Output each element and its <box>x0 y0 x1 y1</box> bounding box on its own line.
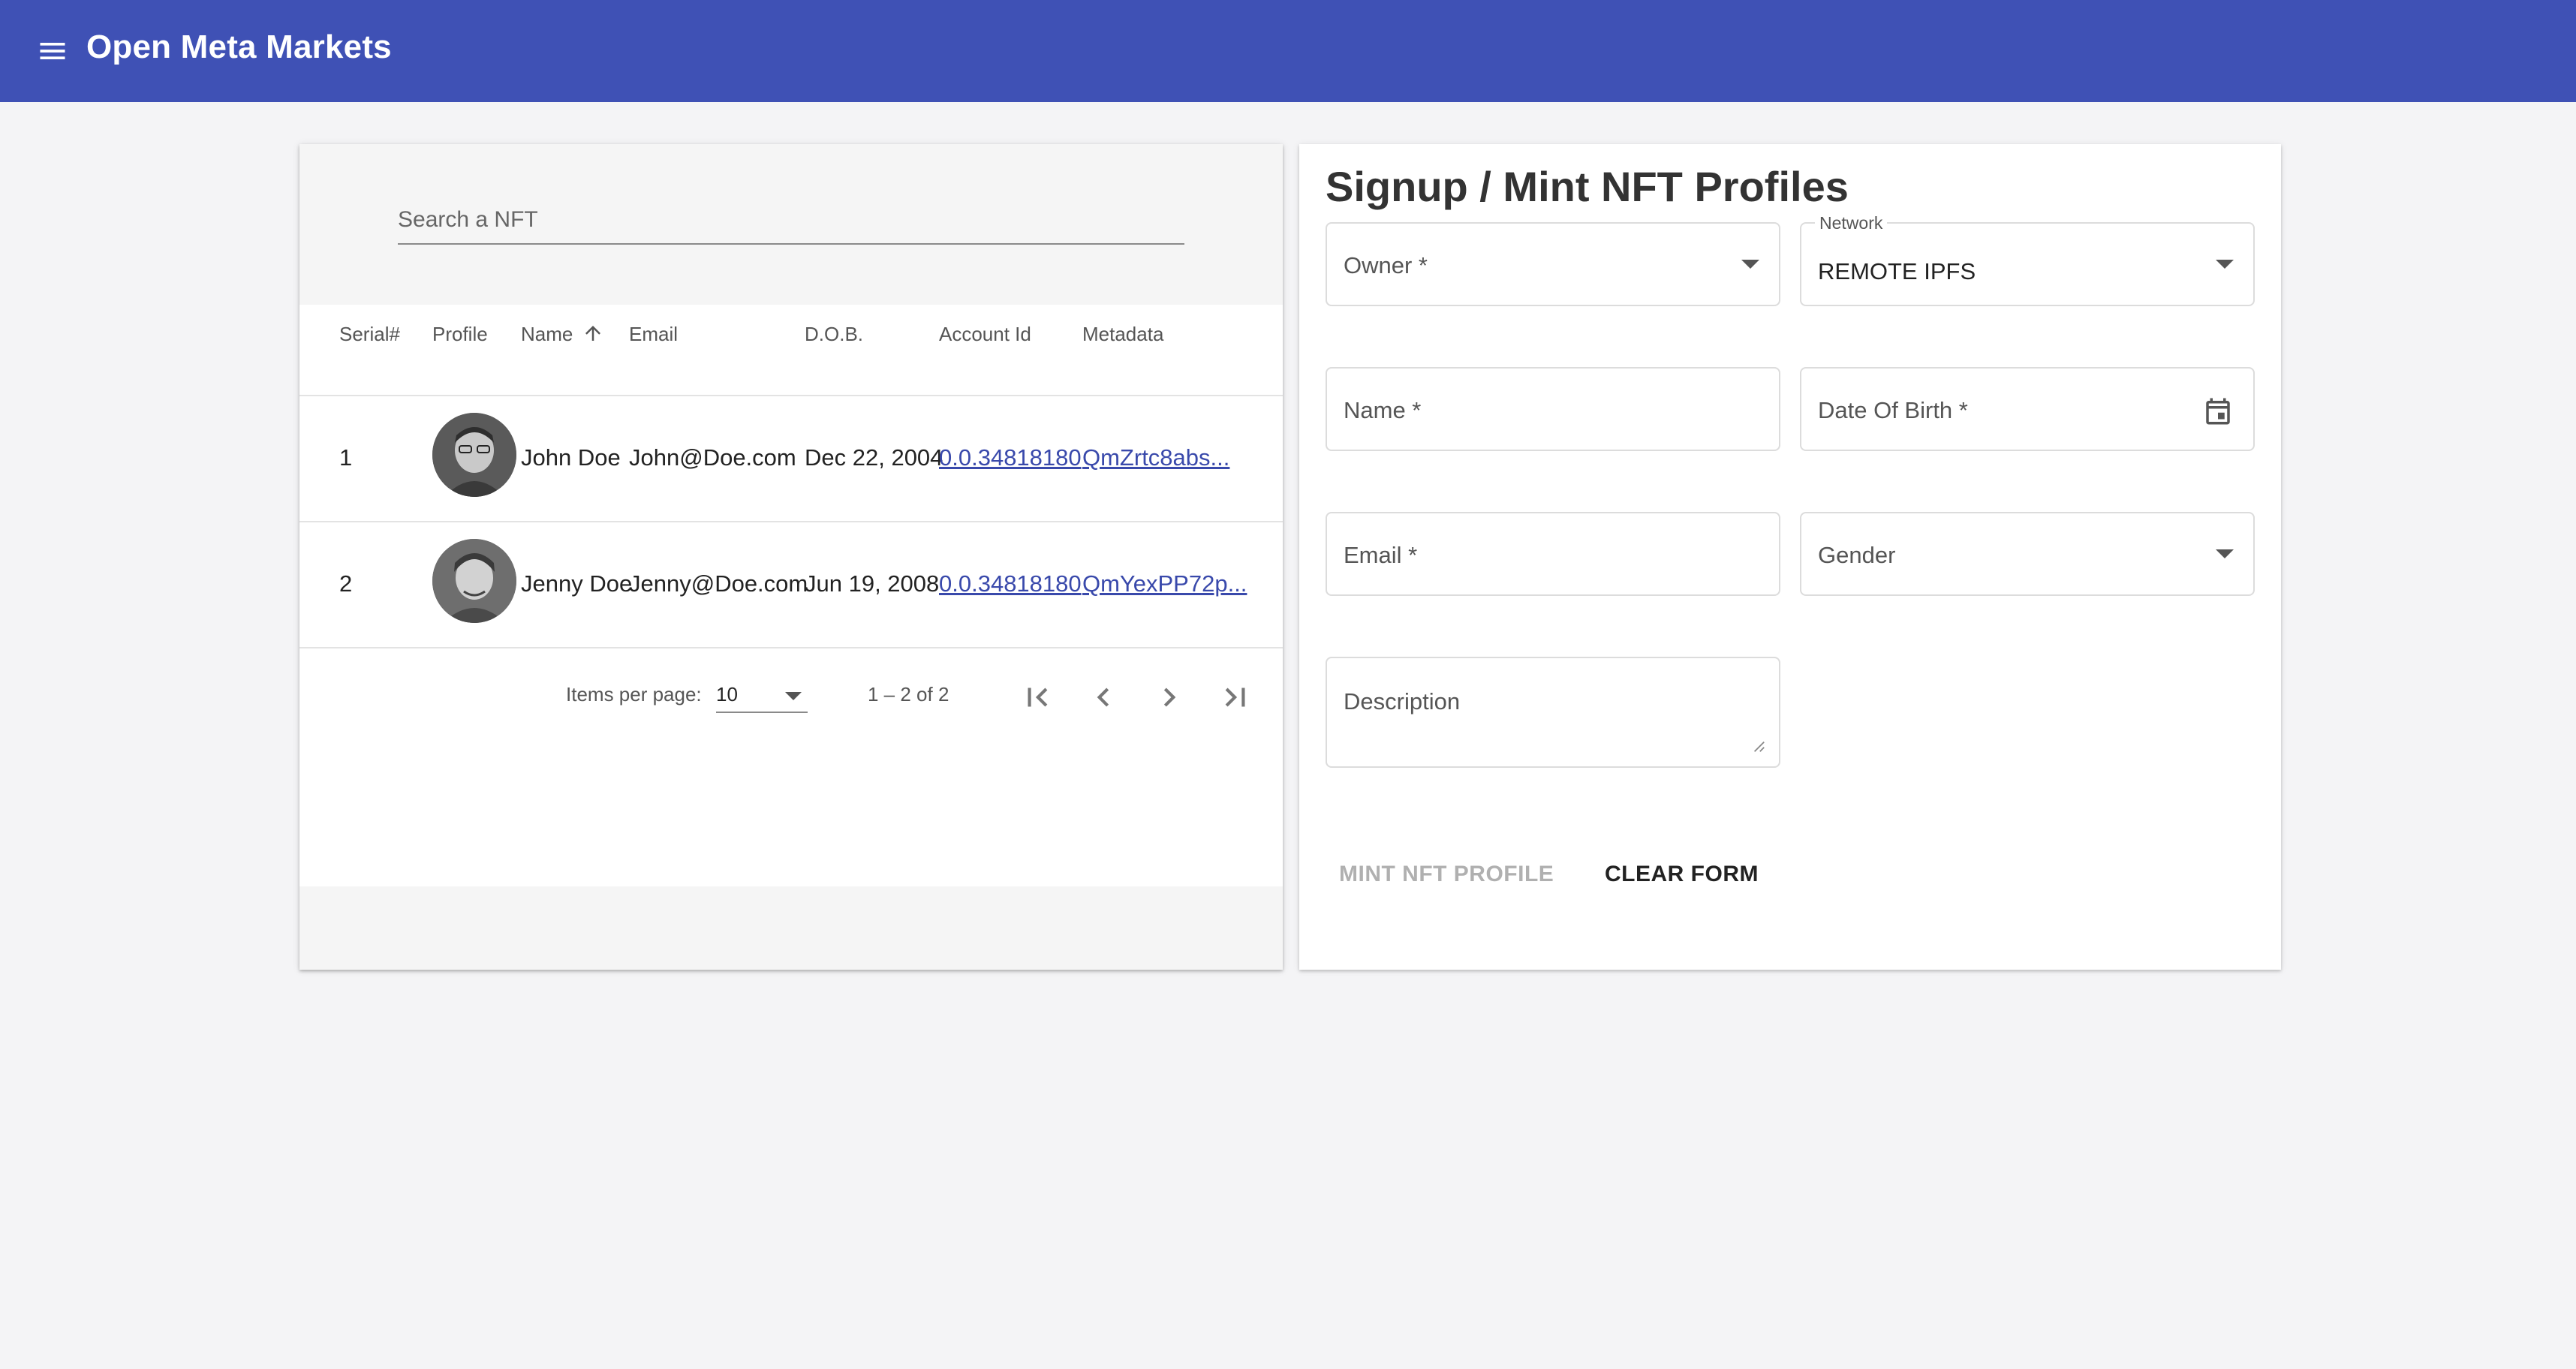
description-label: Description <box>1344 688 1461 715</box>
description-field[interactable]: Description <box>1326 657 1780 768</box>
cell-serial: 2 <box>339 570 353 597</box>
app-title: Open Meta Markets <box>86 29 392 65</box>
cell-dob: Jun 19, 2008 <box>805 570 940 597</box>
column-header-account-id[interactable]: Account Id <box>939 323 1031 346</box>
header-divider <box>299 395 1283 396</box>
chevron-down-icon <box>2216 549 2234 558</box>
column-header-profile[interactable]: Profile <box>432 323 488 346</box>
dob-label: Date Of Birth * <box>1818 397 1968 423</box>
mint-nft-profile-button[interactable]: MINT NFT PROFILE <box>1339 862 1554 887</box>
column-header-serial[interactable]: Serial# <box>339 323 400 346</box>
gender-label: Gender <box>1818 542 1896 568</box>
row-divider <box>299 521 1283 522</box>
chevron-down-icon <box>1741 260 1759 269</box>
chevron-down-icon <box>785 692 802 700</box>
form-title: Signup / Mint NFT Profiles <box>1326 163 1849 210</box>
page-range-label: 1 – 2 of 2 <box>868 683 949 706</box>
cell-dob: Dec 22, 2004 <box>805 444 943 471</box>
name-field[interactable]: Name * <box>1326 367 1780 451</box>
arrow-up-icon[interactable] <box>582 322 604 345</box>
account-id-link[interactable]: 0.0.34818180 <box>939 570 1082 597</box>
app-toolbar: Open Meta Markets <box>0 0 2576 102</box>
first-page-icon[interactable] <box>1019 678 1056 716</box>
resize-handle-icon[interactable] <box>1752 739 1765 753</box>
gender-select[interactable]: Gender <box>1800 512 2255 596</box>
items-per-page-label: Items per page: <box>566 683 702 706</box>
dob-field[interactable]: Date Of Birth * <box>1800 367 2255 451</box>
cell-email: Jenny@Doe.com <box>629 570 808 597</box>
search-area <box>299 144 1283 305</box>
email-label: Email * <box>1344 542 1418 568</box>
page-size-value: 10 <box>716 683 738 706</box>
metadata-link[interactable]: QmYexPP72p... <box>1082 570 1247 597</box>
owner-select[interactable]: Owner * <box>1326 222 1780 306</box>
chevron-down-icon <box>2216 260 2234 269</box>
menu-icon[interactable] <box>36 35 69 68</box>
cell-email: John@Doe.com <box>629 444 796 471</box>
network-value: REMOTE IPFS <box>1818 258 1976 284</box>
name-label: Name * <box>1344 397 1422 423</box>
page-size-select[interactable]: 10 <box>716 678 808 713</box>
row-divider <box>299 647 1283 648</box>
account-id-link[interactable]: 0.0.34818180 <box>939 444 1082 471</box>
column-header-name[interactable]: Name <box>521 323 573 346</box>
chevron-left-icon[interactable] <box>1085 678 1122 716</box>
column-header-metadata[interactable]: Metadata <box>1082 323 1163 346</box>
network-select[interactable]: Network REMOTE IPFS <box>1800 213 2255 306</box>
column-header-dob[interactable]: D.O.B. <box>805 323 863 346</box>
avatar <box>432 413 516 497</box>
cell-name: John Doe <box>521 444 621 471</box>
cell-serial: 1 <box>339 444 353 471</box>
column-header-email[interactable]: Email <box>629 323 678 346</box>
signup-form-card: Signup / Mint NFT Profiles Owner * Netwo… <box>1299 144 2281 970</box>
clear-form-button[interactable]: CLEAR FORM <box>1605 862 1759 887</box>
last-page-icon[interactable] <box>1217 678 1254 716</box>
avatar <box>432 539 516 623</box>
metadata-link[interactable]: QmZrtc8abs... <box>1082 444 1229 471</box>
chevron-right-icon[interactable] <box>1151 678 1188 716</box>
nft-list-card: Serial# Profile Name Email D.O.B. Accoun… <box>299 144 1283 970</box>
network-label: Network <box>1815 213 1888 233</box>
cell-name: Jenny Doe <box>521 570 633 597</box>
email-field[interactable]: Email * <box>1326 512 1780 596</box>
owner-label: Owner * <box>1344 252 1428 278</box>
search-input[interactable] <box>398 201 1184 245</box>
calendar-icon[interactable] <box>2202 396 2234 427</box>
